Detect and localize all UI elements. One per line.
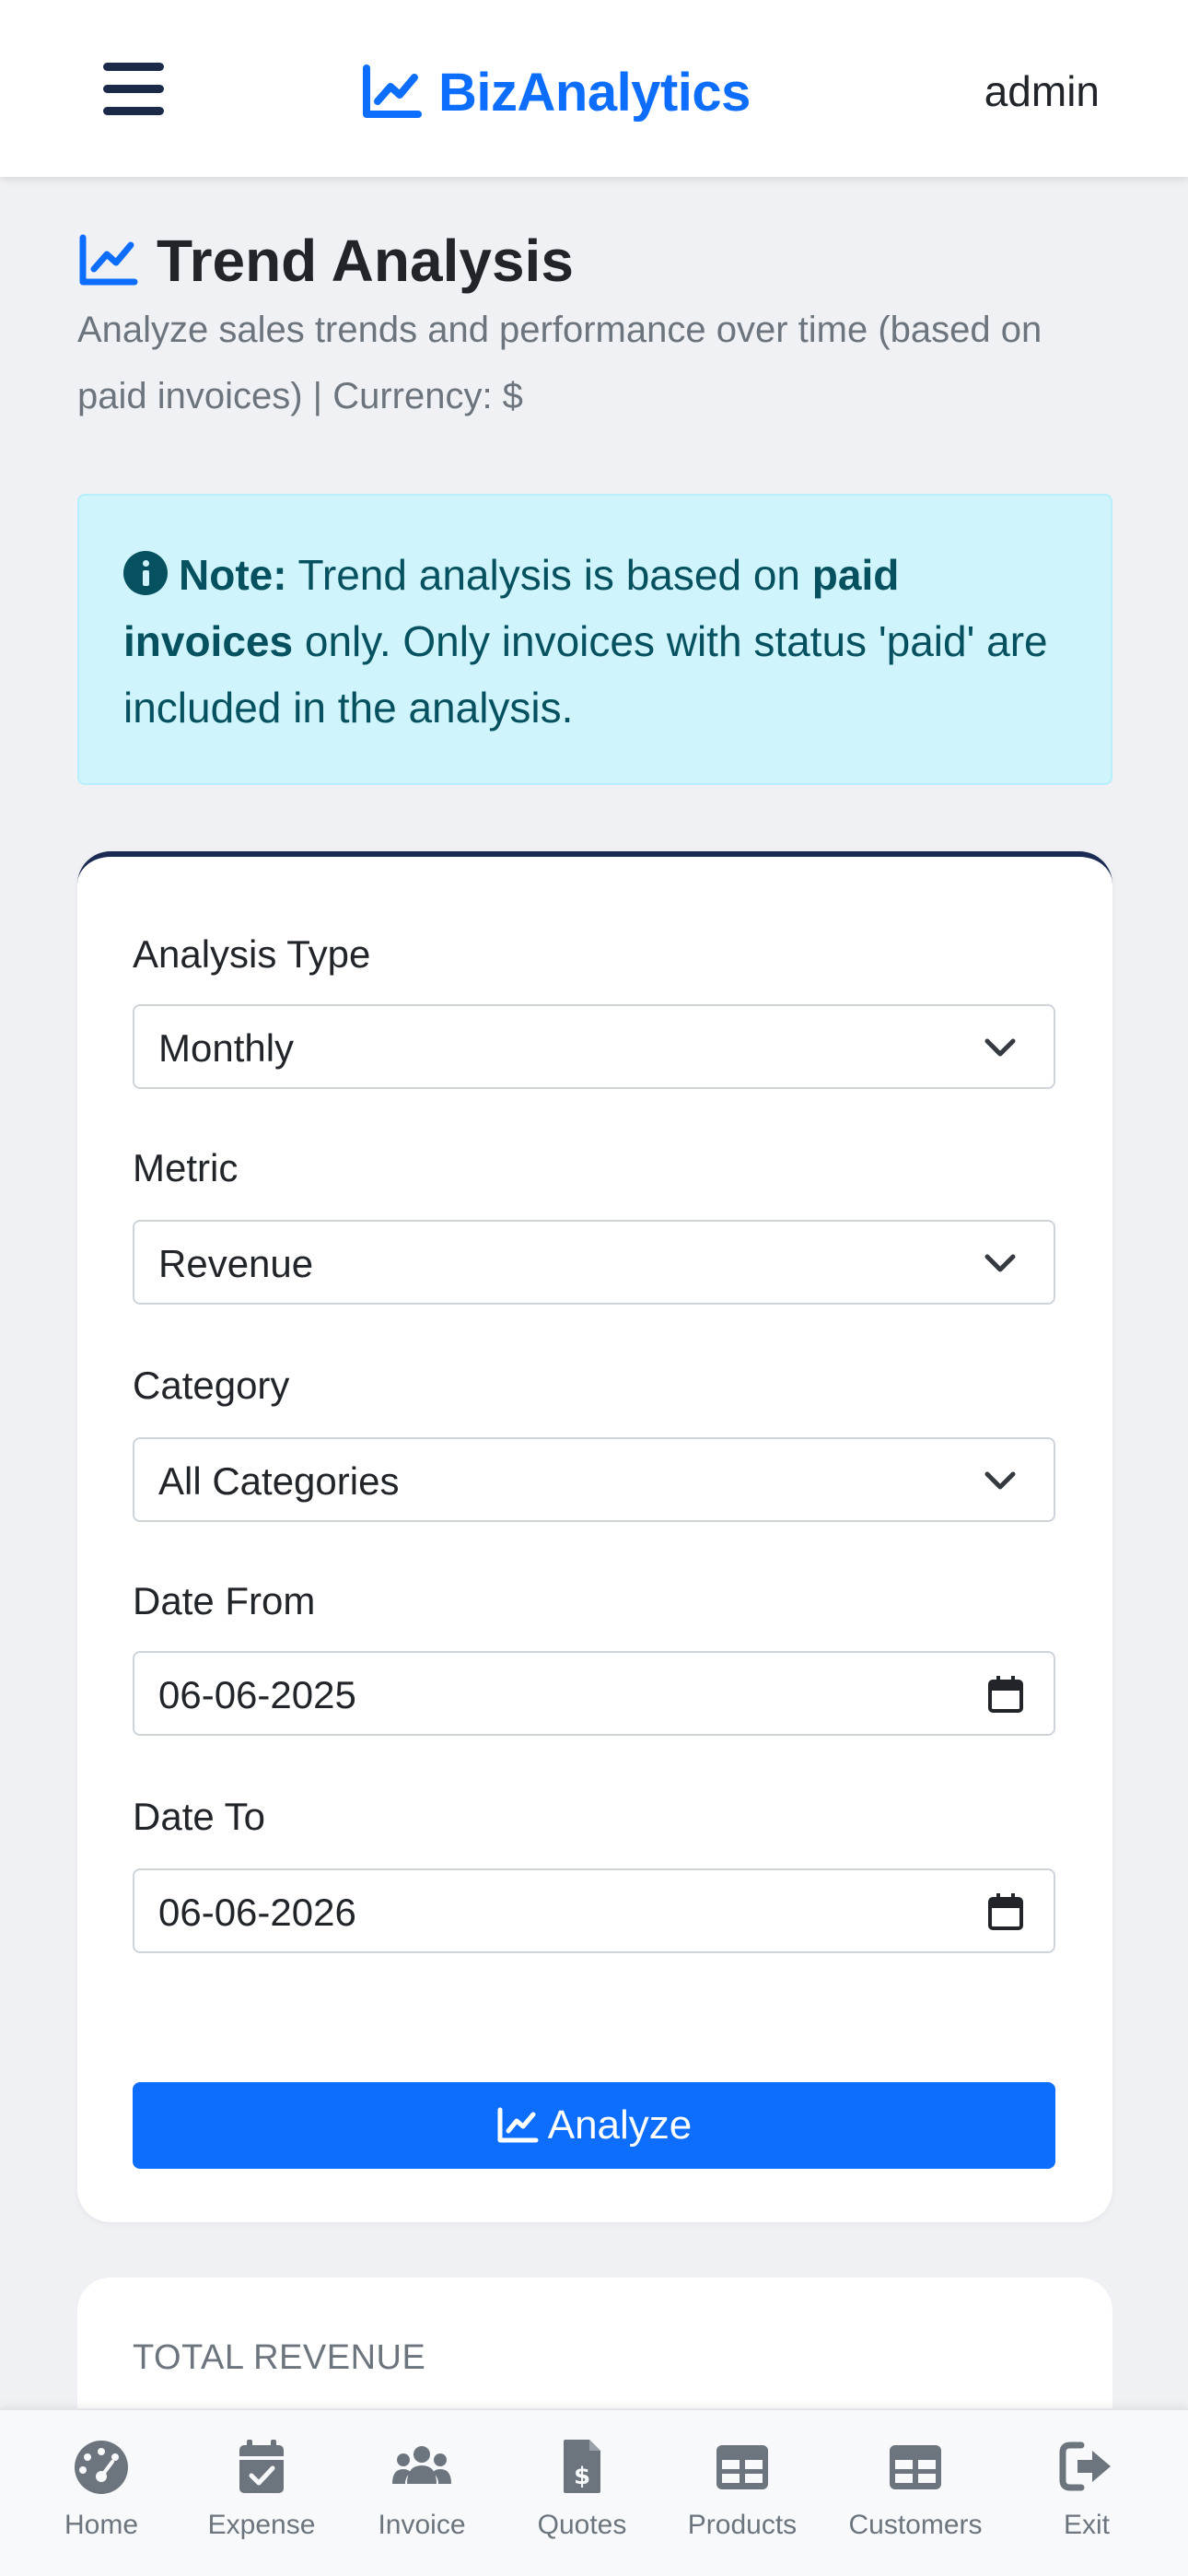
filter-form-card: Analysis Type Monthly Metric Revenue Cat… — [77, 851, 1112, 2222]
table-icon — [716, 2445, 768, 2489]
svg-text:$: $ — [574, 2463, 590, 2490]
bottom-navigation: Home Expense Invoice $ Quotes Products C… — [0, 2408, 1188, 2576]
metric-label: Metric — [133, 1146, 239, 1189]
total-revenue-label: TOTAL REVENUE — [133, 2338, 426, 2377]
date-from-label: Date From — [133, 1579, 316, 1622]
chart-line-icon — [79, 234, 138, 286]
nav-item-customers[interactable]: Customers — [847, 2410, 984, 2576]
analysis-type-label: Analysis Type — [133, 932, 371, 976]
info-circle-icon — [123, 551, 168, 595]
alert-note-label: Note: — [179, 551, 287, 599]
nav-item-products[interactable]: Products — [681, 2410, 803, 2576]
date-from-value: 06-06-2025 — [158, 1673, 356, 1716]
category-label: Category — [133, 1364, 290, 1407]
date-to-label: Date To — [133, 1795, 265, 1838]
nav-label-expense: Expense — [207, 2510, 316, 2540]
calendar-icon[interactable] — [987, 1675, 1024, 1714]
nav-label-customers: Customers — [848, 2510, 983, 2540]
analyze-button-label: Analyze — [547, 2102, 693, 2148]
hamburger-menu-icon[interactable] — [103, 63, 166, 116]
date-to-value: 06-06-2026 — [158, 1891, 356, 1934]
nav-label-home: Home — [64, 2510, 139, 2540]
calendar-icon[interactable] — [987, 1892, 1024, 1931]
metric-select[interactable]: Revenue — [133, 1220, 1055, 1305]
gauge-icon — [75, 2441, 128, 2494]
file-dollar-icon: $ — [564, 2440, 600, 2493]
chevron-down-icon — [984, 1254, 1016, 1272]
alert-text-1: Trend analysis is based on — [286, 551, 812, 599]
sign-out-icon — [1059, 2441, 1111, 2491]
nav-label-exit: Exit — [1063, 2510, 1110, 2540]
nav-item-expense[interactable]: Expense — [204, 2410, 319, 2576]
analyze-button[interactable]: Analyze — [133, 2082, 1055, 2169]
user-menu[interactable]: admin — [984, 66, 1100, 116]
metric-value: Revenue — [158, 1242, 314, 1285]
brand-logo[interactable]: BizAnalytics — [361, 57, 751, 127]
page-title-row: Trend Analysis — [77, 227, 574, 295]
category-value: All Categories — [158, 1459, 400, 1503]
chevron-down-icon — [984, 1471, 1016, 1490]
nav-item-invoice[interactable]: Invoice — [370, 2410, 473, 2576]
nav-label-quotes: Quotes — [537, 2510, 627, 2540]
nav-label-products: Products — [687, 2510, 798, 2540]
nav-item-exit[interactable]: Exit — [1041, 2410, 1133, 2576]
calendar-check-icon — [239, 2440, 284, 2493]
info-alert: Note: Trend analysis is based on paid in… — [77, 494, 1112, 785]
nav-item-home[interactable]: Home — [52, 2410, 151, 2576]
brand-name: BizAnalytics — [438, 62, 751, 123]
users-icon — [392, 2446, 451, 2484]
chart-line-icon — [363, 64, 422, 118]
chevron-down-icon — [984, 1038, 1016, 1057]
nav-label-invoice: Invoice — [378, 2510, 466, 2540]
page-subtitle: Analyze sales trends and performance ove… — [77, 310, 1042, 416]
top-navbar: BizAnalytics admin — [0, 0, 1188, 177]
analysis-type-value: Monthly — [158, 1026, 295, 1070]
date-to-input[interactable]: 06-06-2026 — [133, 1868, 1055, 1953]
table-icon — [890, 2445, 941, 2489]
nav-item-quotes[interactable]: $ Quotes — [532, 2410, 632, 2576]
analysis-type-select[interactable]: Monthly — [133, 1004, 1055, 1089]
date-from-input[interactable]: 06-06-2025 — [133, 1651, 1055, 1736]
chart-line-icon — [497, 2107, 539, 2143]
category-select[interactable]: All Categories — [133, 1437, 1055, 1522]
page-title: Trend Analysis — [157, 228, 574, 294]
